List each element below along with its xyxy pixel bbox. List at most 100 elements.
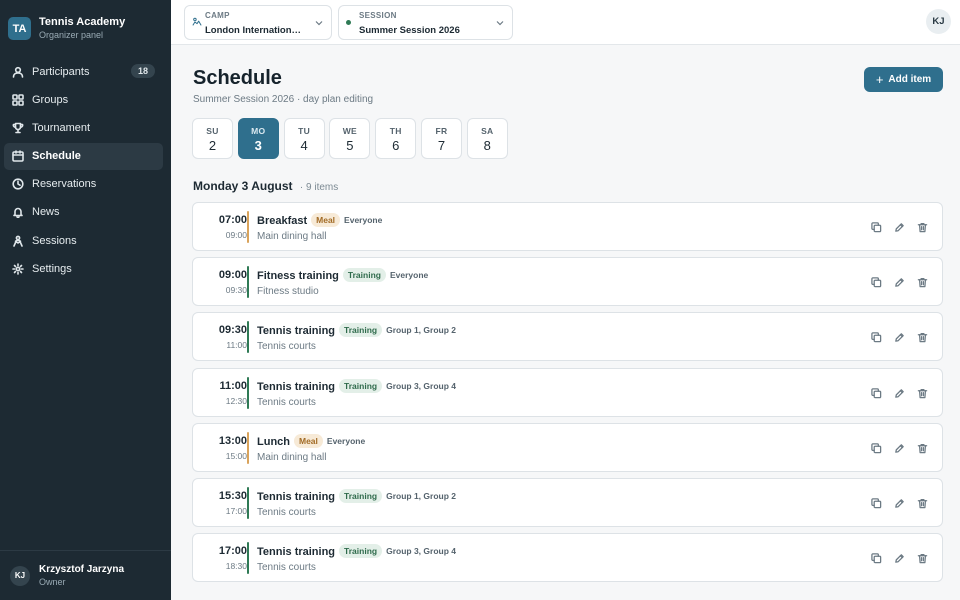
sidebar: TA Tennis Academy Organizer panel Partic… <box>0 0 171 600</box>
grid-icon <box>12 93 24 106</box>
type-tag: Training <box>339 488 383 503</box>
item-title-row: Tennis training Training Group 3, Group 4 <box>257 544 456 559</box>
sidebar-item-participants[interactable]: Participants 18 <box>4 58 163 85</box>
delete-icon[interactable] <box>917 332 928 343</box>
duplicate-icon[interactable] <box>871 443 882 454</box>
schedule-item[interactable]: 11:00 12:30 Tennis training Training Group 3… <box>192 367 943 417</box>
item-title-row: Tennis training Training Group 1, Group 2 <box>257 488 456 503</box>
start-time: 09:00 <box>218 269 247 282</box>
date-heading-text: Monday 3 August <box>193 179 293 193</box>
sidebar-item-schedule[interactable]: Schedule <box>4 142 163 170</box>
item-name: Tennis training <box>257 490 336 503</box>
add-item-button[interactable]: + Add item <box>864 67 943 92</box>
schedule-item[interactable]: 17:00 18:30 Tennis training Training Group 3… <box>192 533 943 583</box>
schedule-list: 07:00 09:00 Breakfast Meal Everyone Main dini… <box>192 202 943 588</box>
duplicate-icon[interactable] <box>871 553 882 564</box>
start-time: 07:00 <box>218 214 247 226</box>
duplicate-icon[interactable] <box>871 332 882 343</box>
item-actions <box>859 498 928 509</box>
user-profile[interactable]: KJ Krzysztof Jarzyna Owner <box>0 550 171 600</box>
delete-icon[interactable] <box>917 498 928 509</box>
delete-icon[interactable] <box>917 553 928 564</box>
schedule-item[interactable]: 09:00 09:30 Fitness training Training Everyo… <box>192 257 943 307</box>
topbar: CAMP London International... SESSION Sum… <box>171 0 960 45</box>
edit-icon[interactable] <box>894 222 905 233</box>
user-role: Owner <box>39 577 66 587</box>
sidebar-item-tournament[interactable]: Tournament <box>4 114 163 141</box>
day-tu[interactable]: TU 4 <box>283 118 325 159</box>
duplicate-icon[interactable] <box>871 222 882 233</box>
start-time: 09:30 <box>218 324 247 337</box>
edit-icon[interactable] <box>894 443 905 454</box>
day-number: 8 <box>483 138 491 153</box>
delete-icon[interactable] <box>917 388 928 399</box>
item-name: Breakfast <box>257 215 308 227</box>
type-tag: Training <box>339 323 383 338</box>
edit-icon[interactable] <box>894 553 905 564</box>
sidebar-item-sessions[interactable]: Sessions <box>4 227 163 254</box>
audience: Group 1, Group 2 <box>386 325 456 336</box>
type-tag: Training <box>342 268 386 283</box>
brand-subtitle: Organizer panel <box>39 30 104 40</box>
schedule-item[interactable]: 15:30 17:00 Tennis training Training Group 1… <box>192 477 943 527</box>
chevron-down-icon <box>496 21 504 26</box>
end-time: 15:00 <box>225 450 247 461</box>
sidebar-nav: Participants 18 Groups Tournament Schedule Re… <box>4 58 163 284</box>
end-time: 09:00 <box>225 230 247 240</box>
edit-icon[interactable] <box>894 277 905 288</box>
sidebar-item-label: News <box>32 206 60 219</box>
duplicate-icon[interactable] <box>871 387 882 399</box>
start-time: 17:00 <box>218 545 247 558</box>
location: Main dining hall <box>257 451 327 463</box>
delete-icon[interactable] <box>917 277 928 288</box>
day-su[interactable]: SU 2 <box>192 118 233 159</box>
day-we[interactable]: WE 5 <box>329 118 371 159</box>
day-sa[interactable]: SA 8 <box>466 118 508 159</box>
delete-icon[interactable] <box>917 443 928 454</box>
day-th[interactable]: TH 6 <box>375 118 417 159</box>
item-title-row: Tennis training Training Group 3, Group 4 <box>257 378 456 393</box>
delete-icon[interactable] <box>917 222 928 233</box>
day-name: SU <box>206 126 219 136</box>
user-name: Krzysztof Jarzyna <box>39 564 125 575</box>
bell-icon <box>12 206 24 219</box>
clock-icon <box>12 178 24 190</box>
day-name: TH <box>389 126 402 136</box>
brand-logo: TA <box>8 17 31 40</box>
page-subtitle: Summer Session 2026 · day plan editing <box>193 94 374 105</box>
edit-icon[interactable] <box>894 388 905 399</box>
top-avatar[interactable]: KJ <box>926 9 951 34</box>
day-fr[interactable]: FR 7 <box>420 118 462 159</box>
type-tag: Meal <box>294 433 323 448</box>
schedule-item[interactable]: 09:30 11:00 Tennis training Training Group 1… <box>192 312 943 362</box>
day-mo[interactable]: MO 3 <box>237 118 279 159</box>
sidebar-item-label: Settings <box>32 262 72 275</box>
edit-icon[interactable] <box>894 332 905 343</box>
session-select[interactable]: SESSION Summer Session 2026 <box>338 5 513 40</box>
item-title-row: Tennis training Training Group 1, Group 2 <box>257 323 456 338</box>
end-time: 12:30 <box>225 395 247 406</box>
day-name: TU <box>298 126 311 136</box>
item-actions <box>859 332 928 343</box>
item-count: · 9 items <box>299 182 339 193</box>
sidebar-item-reservations[interactable]: Reservations <box>4 171 163 198</box>
day-number: 6 <box>392 138 400 153</box>
trophy-icon <box>12 122 24 134</box>
edit-icon[interactable] <box>894 498 905 509</box>
audience: Group 3, Group 4 <box>386 380 456 391</box>
item-title-row: Breakfast Meal Everyone <box>257 213 382 227</box>
day-name: MO <box>251 126 266 136</box>
day-number: 7 <box>437 138 446 153</box>
sidebar-item-label: Reservations <box>32 178 97 191</box>
sidebar-item-groups[interactable]: Groups <box>4 86 163 113</box>
sidebar-item-settings[interactable]: Settings <box>4 255 163 282</box>
camp-select[interactable]: CAMP London International... <box>184 5 332 40</box>
item-name: Tennis training <box>257 325 336 338</box>
type-tag: Training <box>339 544 383 559</box>
duplicate-icon[interactable] <box>871 277 882 288</box>
schedule-item[interactable]: 13:00 15:00 Lunch Meal Everyone Main dining h… <box>192 422 943 472</box>
location: Tennis courts <box>257 341 316 353</box>
schedule-item[interactable]: 07:00 09:00 Breakfast Meal Everyone Main dini… <box>192 202 943 251</box>
sidebar-item-news[interactable]: News <box>4 199 163 226</box>
duplicate-icon[interactable] <box>871 498 882 509</box>
